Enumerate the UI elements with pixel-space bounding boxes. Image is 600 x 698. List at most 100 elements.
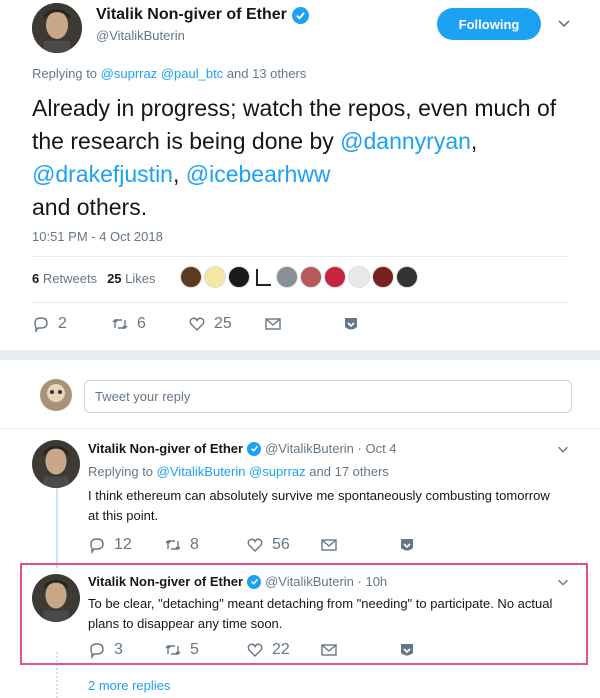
likes-label: Likes: [125, 271, 156, 286]
author-name[interactable]: Vitalik Non-giver of Ether: [96, 6, 287, 24]
like-button[interactable]: 25: [188, 315, 232, 333]
divider: [32, 302, 568, 303]
reply-button[interactable]: 12: [88, 536, 132, 554]
retweet-button[interactable]: 8: [164, 536, 199, 554]
retweet-count: 5: [190, 641, 199, 658]
tweet-text: Already in progress; watch the repos, ev…: [32, 92, 572, 224]
liker-avatars: [180, 266, 418, 288]
mention-link[interactable]: @dannyryan: [340, 128, 471, 154]
following-button[interactable]: Following: [437, 8, 541, 40]
avatar[interactable]: [32, 440, 80, 488]
chevron-down-icon[interactable]: [556, 575, 570, 589]
divider: [0, 428, 600, 429]
analytics-button[interactable]: [398, 641, 416, 659]
analytics-button[interactable]: [342, 315, 360, 333]
envelope-icon: [321, 644, 337, 656]
analytics-button[interactable]: [398, 536, 416, 554]
avatar[interactable]: [204, 266, 226, 288]
verified-badge-icon: [291, 6, 309, 24]
avatar[interactable]: [276, 266, 298, 288]
handle-time[interactable]: @VitalikButerin · 10h: [265, 574, 387, 589]
direct-message-button[interactable]: [320, 536, 338, 554]
reply-header: Vitalik Non-giver of Ether @VitalikButer…: [88, 574, 387, 589]
section-divider: [0, 350, 600, 360]
likes-count: 25: [107, 271, 122, 286]
avatar[interactable]: [300, 266, 322, 288]
envelope-icon: [265, 318, 281, 330]
direct-message-button[interactable]: [320, 641, 338, 659]
verified-badge-icon: [247, 441, 262, 456]
reply-icon: [90, 643, 104, 659]
likes-stat[interactable]: 25 Likes: [107, 271, 155, 286]
avatar[interactable]: [180, 266, 202, 288]
reply-count: 2: [58, 315, 67, 332]
retweet-button[interactable]: 6: [111, 315, 146, 333]
retweet-count: 8: [190, 536, 199, 553]
reply-header: Vitalik Non-giver of Ether @VitalikButer…: [88, 441, 397, 456]
replying-suffix[interactable]: and 13 others: [227, 66, 307, 81]
divider: [32, 256, 568, 257]
reply-button[interactable]: 3: [88, 641, 123, 659]
engagement-stats: 6 Retweets 25 Likes: [32, 271, 156, 286]
chevron-down-icon[interactable]: [556, 15, 572, 31]
replying-prefix: Replying to: [32, 66, 98, 81]
avatar[interactable]: [228, 266, 250, 288]
tweet-text-part2: and others.: [32, 194, 148, 220]
author-name[interactable]: Vitalik Non-giver of Ether: [88, 441, 243, 456]
heart-icon: [247, 643, 263, 657]
reply-count: 3: [114, 641, 123, 658]
like-count: 22: [272, 641, 290, 658]
like-count: 56: [272, 536, 290, 553]
avatar[interactable]: [348, 266, 370, 288]
tweet-timestamp[interactable]: 10:51 PM - 4 Oct 2018: [32, 229, 163, 244]
more-replies-link[interactable]: 2 more replies: [88, 678, 170, 693]
reply-input[interactable]: Tweet your reply: [84, 380, 572, 413]
main-tweet: Vitalik Non-giver of Ether @VitalikButer…: [0, 0, 600, 350]
author-name[interactable]: Vitalik Non-giver of Ether: [88, 574, 243, 589]
chevron-down-icon[interactable]: [556, 442, 570, 456]
retweet-icon: [165, 540, 181, 550]
retweets-label: Retweets: [42, 271, 98, 286]
tweet-text-part1: Already in progress; watch the repos, ev…: [32, 95, 557, 154]
avatar[interactable]: [40, 379, 72, 411]
mention-link[interactable]: @icebearhww: [186, 161, 331, 187]
replying-to: Replying to @VitalikButerin @suprraz and…: [88, 464, 389, 479]
reply-count: 12: [114, 536, 132, 553]
reply-text: To be clear, "detaching" meant detaching…: [88, 596, 553, 631]
analytics-icon: [401, 539, 413, 551]
avatar[interactable]: [396, 266, 418, 288]
avatar[interactable]: [252, 266, 274, 288]
retweet-icon: [165, 645, 181, 655]
reply-icon: [90, 538, 104, 554]
direct-message-button[interactable]: [264, 315, 282, 333]
heart-icon: [247, 538, 263, 552]
author-handle[interactable]: @VitalikButerin: [96, 28, 185, 43]
retweet-button[interactable]: 5: [164, 641, 199, 659]
replying-mentions[interactable]: @suprraz @paul_btc: [101, 66, 224, 81]
author-name-row[interactable]: Vitalik Non-giver of Ether: [96, 6, 309, 24]
reply-text: I think ethereum can absolutely survive …: [88, 488, 550, 523]
handle-time[interactable]: @VitalikButerin · Oct 4: [265, 441, 396, 456]
like-button[interactable]: 22: [246, 641, 290, 659]
separator: ,: [470, 128, 478, 154]
retweets-count: 6: [32, 271, 40, 286]
like-count: 25: [214, 315, 232, 332]
avatar[interactable]: [32, 574, 80, 622]
replying-suffix[interactable]: and 17 others: [309, 464, 389, 479]
avatar[interactable]: [324, 266, 346, 288]
avatar[interactable]: [32, 3, 82, 53]
replying-to: Replying to @suprraz @paul_btc and 13 ot…: [32, 66, 306, 81]
avatar[interactable]: [372, 266, 394, 288]
reply-icon: [34, 317, 48, 333]
reply-button[interactable]: 2: [32, 315, 67, 333]
retweets-stat[interactable]: 6 Retweets: [32, 271, 97, 286]
like-button[interactable]: 56: [246, 536, 290, 554]
retweet-icon: [112, 319, 128, 329]
heart-icon: [189, 317, 205, 331]
reply-input-placeholder: Tweet your reply: [95, 389, 191, 404]
thread-line: [56, 484, 58, 568]
retweet-count: 6: [137, 315, 146, 332]
mention-link[interactable]: @drakefjustin: [32, 161, 173, 187]
replying-mentions[interactable]: @VitalikButerin @suprraz: [157, 464, 306, 479]
separator: ,: [172, 161, 180, 187]
